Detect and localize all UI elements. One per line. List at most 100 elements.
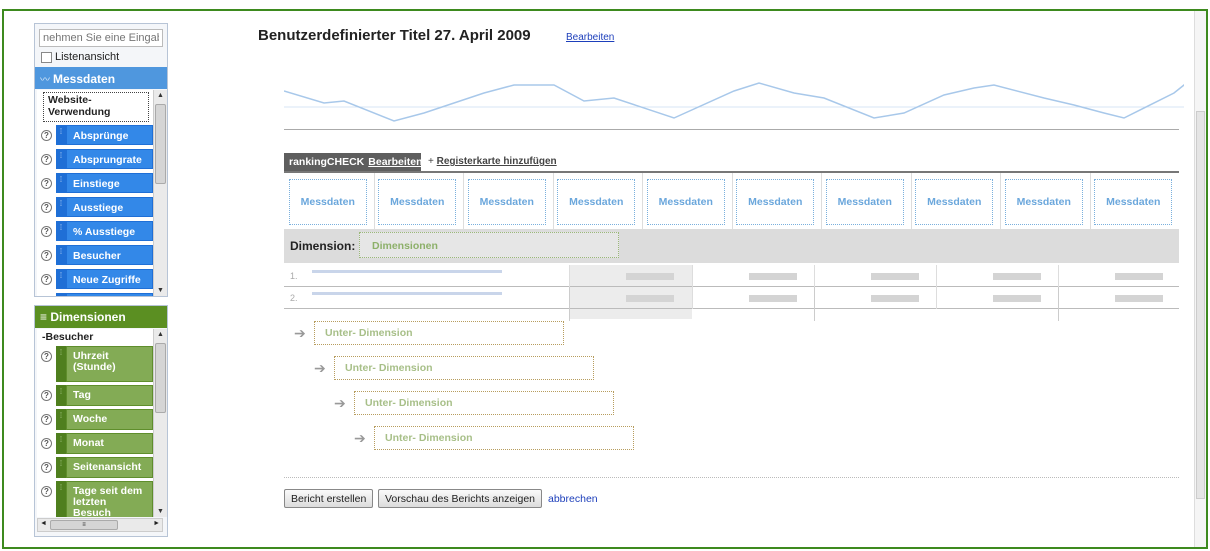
subdimension-slot-3[interactable]: ➔ Unter- Dimension	[334, 391, 614, 415]
dimension-item[interactable]: ? ⁞ Monat	[37, 433, 153, 454]
metric-pill[interactable]: Neue Zugriffe	[66, 269, 153, 289]
help-icon[interactable]: ?	[41, 273, 52, 285]
metric-drop-slot[interactable]: Messdaten	[1004, 179, 1083, 225]
help-icon[interactable]: ?	[41, 462, 52, 473]
metric-item[interactable]: ? ⁞ Ausstiege	[37, 196, 153, 218]
help-icon[interactable]: ?	[41, 351, 52, 362]
metrics-scrollbar[interactable]: ▲ ▼	[153, 90, 167, 296]
metric-pill-partial[interactable]	[66, 293, 153, 296]
subdimension-slot-4[interactable]: ➔ Unter- Dimension	[354, 426, 634, 450]
help-icon[interactable]: ?	[41, 249, 52, 261]
dimensions-group-label[interactable]: -Besucher	[37, 329, 153, 343]
dimension-item[interactable]: ? ⁞ Uhrzeit (Stunde)	[37, 346, 153, 382]
drag-handle-icon[interactable]: ⁞	[56, 197, 66, 217]
search-input[interactable]	[39, 29, 163, 47]
scroll-down-icon[interactable]: ▼	[157, 508, 164, 515]
metric-item-partial[interactable]: ?⁞	[37, 292, 153, 296]
scroll-right-icon[interactable]: ►	[153, 520, 160, 527]
metrics-header[interactable]: 〰 Messdaten	[35, 67, 167, 89]
tab-edit-link[interactable]: Bearbeiten	[368, 156, 422, 168]
help-icon[interactable]: ?	[41, 390, 52, 401]
drag-handle-icon[interactable]: ⁞	[56, 269, 66, 289]
dimension-pill[interactable]: Tage seit dem letzten Besuch	[66, 481, 153, 517]
tab-rankingcheck[interactable]: rankingCHECK Bearbeiten	[284, 153, 423, 171]
drag-handle-icon[interactable]: ⁞	[56, 125, 66, 145]
dimension-pill[interactable]: Woche	[66, 409, 153, 430]
dimension-item[interactable]: ? ⁞ Seitenansicht	[37, 457, 153, 478]
help-icon[interactable]: ?	[41, 177, 52, 189]
preview-report-button[interactable]: Vorschau des Berichts anzeigen	[378, 489, 543, 508]
dimensions-hscrollbar[interactable]: ◄ ≡ ►	[37, 518, 163, 532]
scroll-thumb[interactable]	[155, 104, 166, 184]
dimension-pill[interactable]: Tag	[66, 385, 153, 406]
help-icon[interactable]: ?	[41, 201, 52, 213]
dimension-pill[interactable]: Monat	[66, 433, 153, 454]
hscroll-thumb[interactable]: ≡	[50, 520, 118, 530]
dimension-item[interactable]: ? ⁞ Tag	[37, 385, 153, 406]
metric-drop-slot[interactable]: Messdaten	[646, 179, 725, 225]
page-scrollbar[interactable]	[1194, 11, 1206, 547]
dimension-pill[interactable]: Uhrzeit (Stunde)	[66, 346, 153, 382]
metric-item[interactable]: ? ⁞ Neue Zugriffe	[37, 268, 153, 290]
edit-title-link[interactable]: Bearbeiten	[566, 32, 614, 43]
drag-handle-icon[interactable]: ⁞	[56, 173, 66, 193]
help-icon[interactable]: ?	[41, 225, 52, 237]
drag-handle-icon[interactable]: ⁞	[56, 149, 66, 169]
dimension-item[interactable]: ? ⁞ Tage seit dem letzten Besuch	[37, 481, 153, 517]
metric-item[interactable]: ? ⁞ Besucher	[37, 244, 153, 266]
dimension-item[interactable]: ? ⁞ Woche	[37, 409, 153, 430]
metric-pill[interactable]: Absprungrate	[66, 149, 153, 169]
drag-handle-icon[interactable]: ⁞	[56, 293, 66, 296]
metric-drop-slot[interactable]: Messdaten	[736, 179, 815, 225]
scroll-up-icon[interactable]: ▲	[157, 92, 164, 99]
metric-item[interactable]: ? ⁞% Ausstiege	[37, 220, 153, 242]
metric-drop-slot[interactable]: Messdaten	[378, 179, 457, 225]
list-view-checkbox[interactable]	[41, 51, 52, 63]
subdimension-slot-2[interactable]: ➔ Unter- Dimension	[314, 356, 594, 380]
metric-drop-slot[interactable]: Messdaten	[825, 179, 904, 225]
subdimension-box[interactable]: Unter- Dimension	[334, 356, 594, 380]
metric-drop-slot[interactable]: Messdaten	[915, 179, 994, 225]
scroll-down-icon[interactable]: ▼	[157, 287, 164, 294]
add-tab-label[interactable]: Registerkarte hinzufügen	[437, 156, 557, 167]
metric-pill[interactable]: Einstiege	[66, 173, 153, 193]
dimension-drop-slot[interactable]: Dimensionen	[359, 232, 619, 258]
metrics-group-label[interactable]: Website-Verwendung	[43, 92, 149, 122]
page-scroll-thumb[interactable]	[1196, 111, 1205, 499]
metric-pill[interactable]: % Ausstiege	[66, 221, 153, 241]
drag-handle-icon[interactable]: ⁞	[56, 346, 66, 382]
metric-drop-slot[interactable]: Messdaten	[288, 179, 367, 225]
metric-item[interactable]: ? ⁞ Absprungrate	[37, 148, 153, 170]
scroll-up-icon[interactable]: ▲	[157, 331, 164, 338]
create-report-button[interactable]: Bericht erstellen	[284, 489, 374, 508]
metric-drop-slot[interactable]: Messdaten	[557, 179, 636, 225]
subdimension-box[interactable]: Unter- Dimension	[354, 391, 614, 415]
metric-pill[interactable]: Besucher	[66, 245, 153, 265]
subdimension-box[interactable]: Unter- Dimension	[374, 426, 634, 450]
drag-handle-icon[interactable]: ⁞	[56, 221, 66, 241]
help-icon[interactable]: ?	[41, 414, 52, 425]
drag-handle-icon[interactable]: ⁞	[56, 481, 66, 517]
dimensions-scrollbar[interactable]: ▲ ▼	[153, 329, 167, 517]
metric-pill[interactable]: Absprünge	[66, 125, 153, 145]
help-icon[interactable]: ?	[41, 486, 52, 497]
drag-handle-icon[interactable]: ⁞	[56, 385, 66, 406]
help-icon[interactable]: ?	[41, 153, 52, 165]
dimensions-header[interactable]: ≡ Dimensionen	[35, 306, 167, 328]
subdimension-box[interactable]: Unter- Dimension	[314, 321, 564, 345]
drag-handle-icon[interactable]: ⁞	[56, 433, 66, 454]
dimension-pill[interactable]: Seitenansicht	[66, 457, 153, 478]
scroll-left-icon[interactable]: ◄	[40, 520, 47, 527]
metric-drop-slot[interactable]: Messdaten	[1094, 179, 1173, 225]
metric-drop-slot[interactable]: Messdaten	[467, 179, 546, 225]
drag-handle-icon[interactable]: ⁞	[56, 245, 66, 265]
subdimension-slot-1[interactable]: ➔ Unter- Dimension	[294, 321, 564, 345]
metric-pill[interactable]: Ausstiege	[66, 197, 153, 217]
help-icon[interactable]: ?	[41, 438, 52, 449]
help-icon[interactable]: ?	[41, 129, 52, 141]
list-view-toggle[interactable]: Listenansicht	[41, 50, 119, 64]
drag-handle-icon[interactable]: ⁞	[56, 409, 66, 430]
add-tab-link[interactable]: + Registerkarte hinzufügen	[428, 156, 557, 167]
metric-item[interactable]: ? ⁞ Einstiege	[37, 172, 153, 194]
metric-item[interactable]: ? ⁞ Absprünge	[37, 124, 153, 146]
